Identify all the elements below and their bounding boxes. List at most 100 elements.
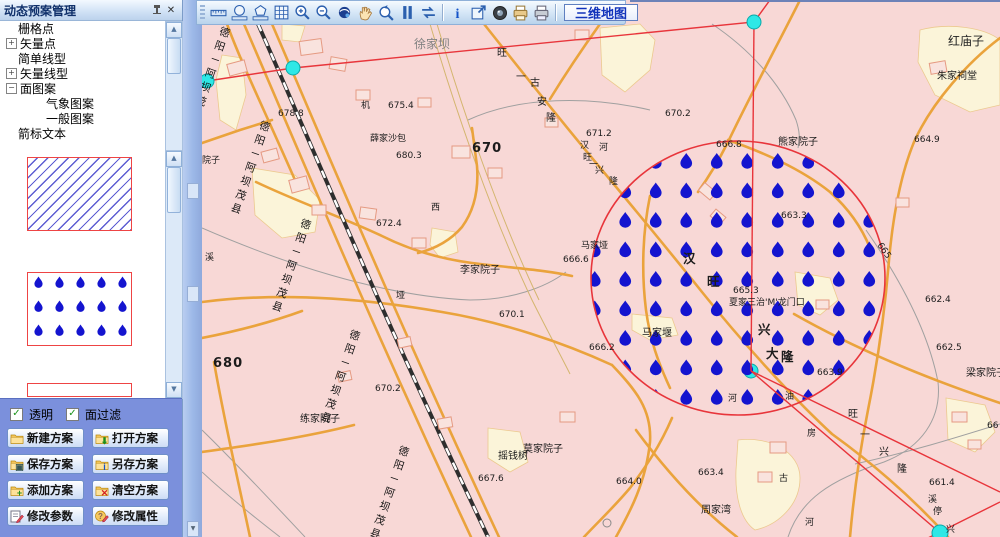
button-打开方案[interactable]: ⬇ 打开方案 xyxy=(92,428,169,448)
map-viewport[interactable]: 徐家坝红庙子朱家祠堂熊家院子练家院子莫家院子李家院子梁家院子周家湾摇钱树薛家沙包… xyxy=(202,0,1000,537)
grid-icon[interactable] xyxy=(271,3,292,23)
open-plan-icon: ⬇ xyxy=(95,432,109,445)
plan-commands-section: ✓ 透明 ✓面过滤 新建方案 ⬇ 打开方案 ▣ 保存方案 i 另存方案 + 添加方案… xyxy=(0,398,182,537)
tree-connector xyxy=(34,99,43,108)
pattern-preview-list xyxy=(0,150,164,397)
tree-item-label: 箭标文本 xyxy=(18,125,66,142)
button-新建方案[interactable]: 新建方案 xyxy=(7,428,84,448)
button-label: 打开方案 xyxy=(112,430,158,446)
pause-icon[interactable] xyxy=(397,3,418,23)
clipped-pattern-swatch[interactable] xyxy=(27,383,132,397)
button-label: 新建方案 xyxy=(27,430,73,446)
checkbox-label: 透明 xyxy=(29,406,53,423)
tree-connector xyxy=(34,114,43,123)
add-plan-icon: + xyxy=(10,484,24,497)
button-label: 清空方案 xyxy=(112,482,158,498)
toolbar-drag-handle[interactable] xyxy=(200,5,205,21)
tree-item-箭标文本[interactable]: 箭标文本 xyxy=(0,126,164,141)
panel-titlebar: 动态预案管理 ✕ xyxy=(0,0,182,21)
button-label: 添加方案 xyxy=(27,482,73,498)
button-修改属性[interactable]: ? 修改属性 xyxy=(92,506,169,526)
svg-text:i: i xyxy=(456,7,460,21)
button-label: 保存方案 xyxy=(27,456,73,472)
edit-props-icon: ? xyxy=(95,510,109,523)
button-清空方案[interactable]: ✕ 清空方案 xyxy=(92,480,169,500)
collapse-icon[interactable]: − xyxy=(6,83,17,94)
svg-text:+: + xyxy=(17,488,22,497)
zoom-in-icon[interactable] xyxy=(292,3,313,23)
svg-text:i: i xyxy=(103,462,106,471)
new-plan-icon xyxy=(10,432,24,445)
scroll-down-icon[interactable]: ▼ xyxy=(187,521,199,537)
scroll-up-icon[interactable]: ▲ xyxy=(166,22,182,38)
toolbar-separator xyxy=(555,4,557,21)
preview-scroll-thumb[interactable] xyxy=(167,167,181,213)
measure-distance-icon[interactable] xyxy=(208,3,229,23)
splitter-button[interactable] xyxy=(187,183,199,199)
map-3d-button[interactable]: 三维地图 xyxy=(564,4,638,21)
svg-text:⬇: ⬇ xyxy=(101,436,109,445)
road-marker xyxy=(603,519,611,527)
close-icon[interactable]: ✕ xyxy=(164,3,178,17)
button-保存方案[interactable]: ▣ 保存方案 xyxy=(7,454,84,474)
tree-item-矢量线型[interactable]: +矢量线型 xyxy=(0,66,164,81)
checkbox-透明[interactable]: ✓ 透明 xyxy=(10,406,53,423)
map-canvas xyxy=(202,0,1000,537)
panel-splitter[interactable]: ▼ xyxy=(183,0,202,537)
edit-params-icon xyxy=(10,510,24,523)
tree-connector xyxy=(6,129,15,138)
button-label: 修改属性 xyxy=(112,508,158,524)
map-toolbar: i 三维地图 xyxy=(196,0,626,25)
plan-tree: 栅格点+矢量点简单线型+矢量线型−面图案气象图案一般图案箭标文本 xyxy=(0,21,164,149)
button-另存方案[interactable]: i 另存方案 xyxy=(92,454,169,474)
scroll-down-icon[interactable]: ▼ xyxy=(166,382,182,398)
button-修改参数[interactable]: 修改参数 xyxy=(7,506,84,526)
toolbar-separator xyxy=(442,4,444,21)
zoom-previous-icon[interactable] xyxy=(376,3,397,23)
tree-connector xyxy=(6,54,15,63)
drop-pattern-swatch[interactable] xyxy=(27,272,132,346)
tree-item-面图案[interactable]: −面图案 xyxy=(0,81,164,96)
tree-item-简单线型[interactable]: 简单线型 xyxy=(0,51,164,66)
svg-text:▣: ▣ xyxy=(15,462,24,471)
printer-icon[interactable] xyxy=(531,3,552,23)
svg-text:✕: ✕ xyxy=(101,488,109,497)
expand-icon[interactable]: + xyxy=(6,38,17,49)
info-icon[interactable]: i xyxy=(447,3,468,23)
gis-application-window: 徐家坝红庙子朱家祠堂熊家院子练家院子莫家院子李家院子梁家院子周家湾摇钱树薛家沙包… xyxy=(0,0,1000,537)
tree-connector xyxy=(6,24,15,33)
zoom-out-icon[interactable] xyxy=(313,3,334,23)
tree-item-栅格点[interactable]: 栅格点 xyxy=(0,21,164,36)
refresh-icon[interactable] xyxy=(418,3,439,23)
hatch-pattern-swatch[interactable] xyxy=(27,157,132,231)
tree-item-一般图案[interactable]: 一般图案 xyxy=(0,111,164,126)
measure-polygon-icon[interactable] xyxy=(250,3,271,23)
export-icon[interactable] xyxy=(468,3,489,23)
globe-icon[interactable] xyxy=(334,3,355,23)
tree-item-矢量点[interactable]: +矢量点 xyxy=(0,36,164,51)
saveas-plan-icon: i xyxy=(95,458,109,471)
plan-manager-panel: 动态预案管理 ✕ 栅格点+矢量点简单线型+矢量线型−面图案气象图案一般图案箭标文… xyxy=(0,0,183,537)
preview-scrollbar[interactable]: ▲ ▼ xyxy=(165,150,183,399)
scroll-up-icon[interactable]: ▲ xyxy=(166,151,182,167)
measure-circle-icon[interactable] xyxy=(229,3,250,23)
panel-title: 动态预案管理 xyxy=(4,2,76,19)
checkbox-面过滤[interactable]: ✓面过滤 xyxy=(66,406,121,423)
save-plan-icon: ▣ xyxy=(10,458,24,471)
print-preview-icon[interactable] xyxy=(510,3,531,23)
checkbox-check-icon[interactable]: ✓ xyxy=(66,408,79,421)
button-label: 修改参数 xyxy=(27,508,73,524)
button-添加方案[interactable]: + 添加方案 xyxy=(7,480,84,500)
clear-plan-icon: ✕ xyxy=(95,484,109,497)
pin-icon[interactable] xyxy=(150,3,164,17)
tree-scroll-thumb[interactable] xyxy=(167,38,181,74)
tree-scrollbar[interactable]: ▲ xyxy=(165,21,183,151)
checkbox-check-icon[interactable]: ✓ xyxy=(10,408,23,421)
snapshot-icon[interactable] xyxy=(489,3,510,23)
tree-item-气象图案[interactable]: 气象图案 xyxy=(0,96,164,111)
plan-region[interactable] xyxy=(591,141,885,415)
pan-hand-icon[interactable] xyxy=(355,3,376,23)
svg-text:?: ? xyxy=(98,512,103,521)
expand-icon[interactable]: + xyxy=(6,68,17,79)
splitter-button[interactable] xyxy=(187,286,199,302)
